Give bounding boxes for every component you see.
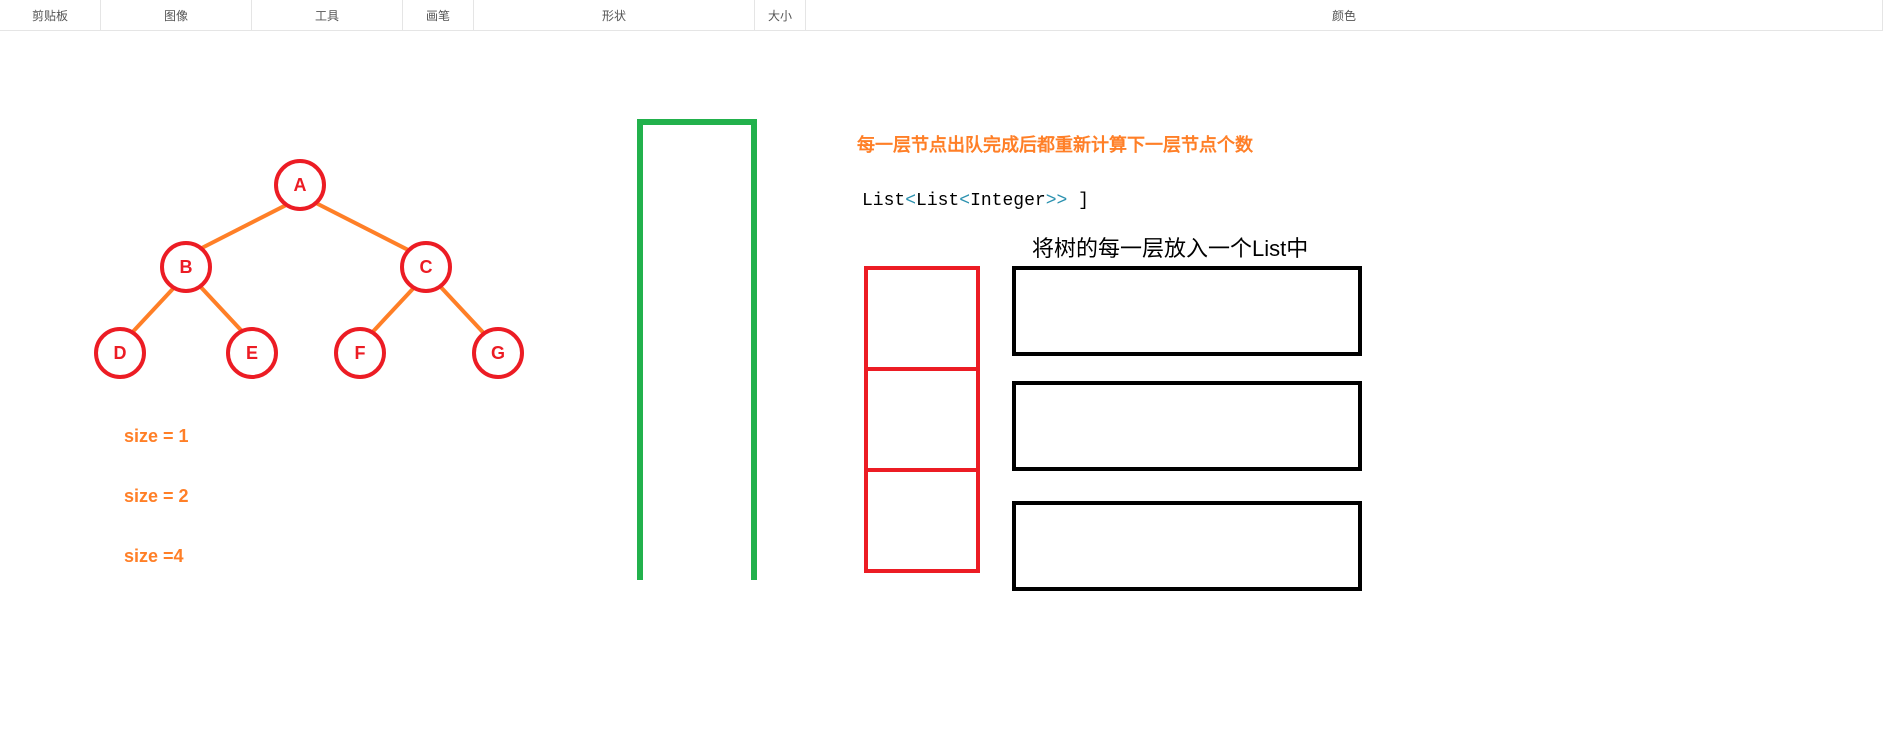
toolbar-clipboard-label: 剪贴板 (32, 7, 68, 24)
canvas[interactable]: A B C D E F G size = 1 size = 2 size =4 … (12, 31, 1572, 731)
node-g-label: G (491, 343, 505, 364)
inner-list-2 (1012, 501, 1362, 591)
node-e-label: E (246, 343, 258, 364)
toolbar-shape-label: 形状 (602, 7, 626, 24)
toolbar-size[interactable]: 大小 (755, 0, 806, 30)
toolbar-tool[interactable]: 工具 (252, 0, 403, 30)
code-integer: Integer (970, 191, 1046, 211)
node-f-label: F (355, 343, 366, 364)
toolbar-color-label: 颜色 (1332, 7, 1356, 24)
toolbar-image-label: 图像 (164, 7, 188, 24)
toolbar: 剪贴板 图像 工具 画笔 形状 大小 颜色 (0, 0, 1883, 31)
node-b: B (160, 241, 212, 293)
outer-list-cell-0 (864, 266, 980, 371)
node-d-label: D (114, 343, 127, 364)
node-d: D (94, 327, 146, 379)
code-gt: >> (1046, 191, 1078, 211)
toolbar-shape[interactable]: 形状 (474, 0, 755, 30)
code-list2: List (916, 191, 959, 211)
queue-box (637, 119, 757, 580)
code-list1: List (862, 191, 905, 211)
code-lt2: < (959, 191, 970, 211)
node-a-label: A (294, 175, 307, 196)
edge-a-c (311, 199, 415, 255)
node-b-label: B (180, 257, 193, 278)
node-c: C (400, 241, 452, 293)
size-label-2: size = 2 (124, 486, 189, 507)
code-line: List<List<Integer>> ] (862, 191, 1089, 211)
code-lt1: < (905, 191, 916, 211)
size-label-1: size = 1 (124, 426, 189, 447)
node-a: A (274, 159, 326, 211)
heading-black: 将树的每一层放入一个List中 (1032, 231, 1308, 263)
outer-list-cell-2 (864, 468, 980, 573)
toolbar-tool-label: 工具 (315, 7, 339, 24)
node-e: E (226, 327, 278, 379)
inner-list-0 (1012, 266, 1362, 356)
toolbar-clipboard[interactable]: 剪贴板 (0, 0, 101, 30)
toolbar-size-label: 大小 (768, 7, 792, 24)
inner-list-1 (1012, 381, 1362, 471)
node-c-label: C (420, 257, 433, 278)
outer-list-cell-1 (864, 367, 980, 472)
node-f: F (334, 327, 386, 379)
toolbar-image[interactable]: 图像 (101, 0, 252, 30)
heading-orange: 每一层节点出队完成后都重新计算下一层节点个数 (857, 131, 1253, 157)
toolbar-brush[interactable]: 画笔 (403, 0, 474, 30)
code-bracket: ] (1078, 191, 1089, 211)
node-g: G (472, 327, 524, 379)
toolbar-color[interactable]: 颜色 (806, 0, 1883, 30)
size-label-4: size =4 (124, 546, 184, 567)
edge-a-b (191, 199, 295, 255)
toolbar-brush-label: 画笔 (426, 7, 450, 24)
